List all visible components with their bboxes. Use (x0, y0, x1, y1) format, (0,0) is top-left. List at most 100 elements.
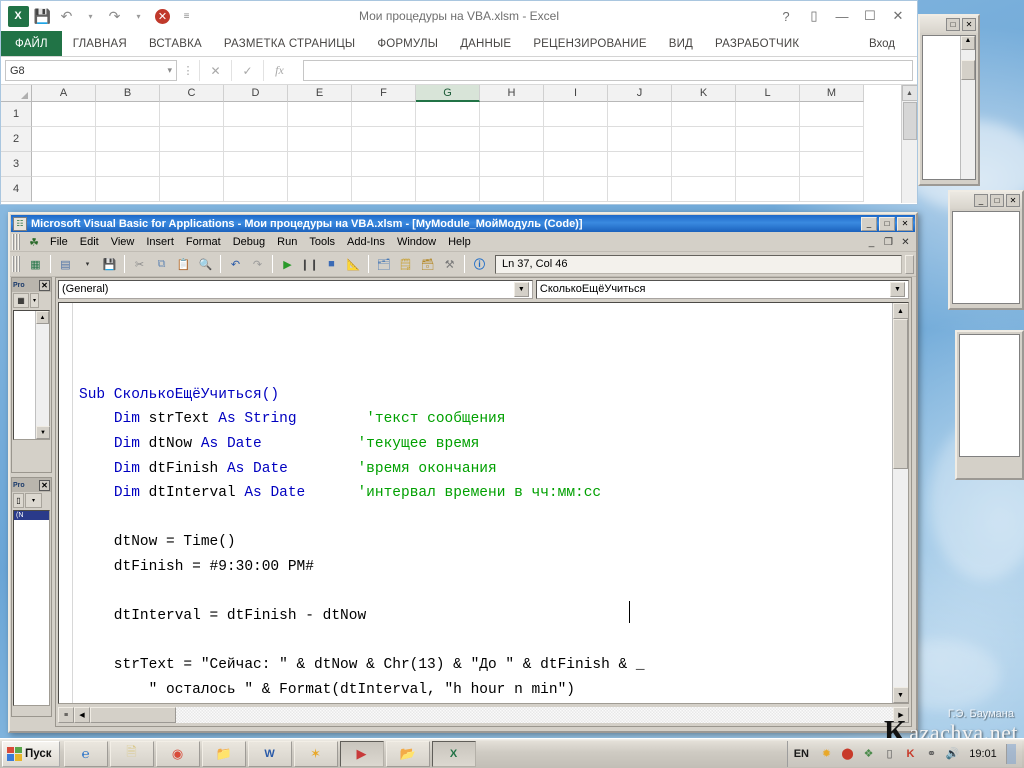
toggle-folders-icon[interactable]: ▾ (30, 293, 39, 308)
formula-bar-buttons[interactable]: ✕ ✓ fx (199, 60, 295, 81)
grid-cell[interactable] (480, 177, 544, 202)
grid-cell[interactable] (800, 177, 864, 202)
grid-cell[interactable] (416, 177, 480, 202)
code-window[interactable]: (General) ▼ СколькоЕщёУчиться ▼ Sub Скол… (55, 277, 912, 727)
chevron-down-icon[interactable]: ▼ (890, 281, 905, 297)
properties-list[interactable]: (N (13, 510, 50, 706)
tray-icon-monitor[interactable]: ▯ (882, 746, 897, 761)
break-icon[interactable]: ❙❙ (299, 254, 320, 275)
column-header-j[interactable]: J (608, 85, 672, 102)
sign-in-link[interactable]: Вход (869, 31, 917, 56)
vba-titlebar[interactable]: ☷ Microsoft Visual Basic for Application… (11, 215, 915, 232)
show-desktop-button[interactable] (1006, 743, 1016, 764)
taskbar-item-folder[interactable]: 📂 (385, 740, 430, 767)
minimize-button[interactable]: _ (974, 194, 988, 207)
taskbar-item-explorer[interactable]: 📁 (201, 740, 246, 767)
grid-cell[interactable] (672, 102, 736, 127)
code-line[interactable] (79, 580, 892, 605)
code-text-area[interactable]: Sub СколькоЕщёУчиться() Dim strText As S… (73, 303, 892, 703)
code-line[interactable]: Dim dtFinish As Date 'время окончания (79, 457, 892, 482)
properties-selected-item[interactable]: (N (14, 511, 49, 520)
background-window-top-titlebar[interactable]: □ ✕ (920, 16, 978, 33)
object-dropdown[interactable]: (General) ▼ (58, 279, 533, 299)
mdi-close-button[interactable]: ✕ (899, 237, 912, 248)
toolbar-grip[interactable] (12, 256, 21, 272)
excel-window-controls[interactable]: ? ▯ — ☐ ✕ (773, 5, 917, 27)
close-button[interactable]: ✕ (962, 18, 976, 31)
menu-run[interactable]: Run (271, 235, 303, 249)
grid-cell[interactable] (480, 127, 544, 152)
tray-icon-kaspersky[interactable]: K (903, 746, 918, 761)
formula-input[interactable] (303, 60, 913, 81)
tab-page-layout[interactable]: РАЗМЕТКА СТРАНИЦЫ (213, 31, 366, 56)
column-header-c[interactable]: C (160, 85, 224, 102)
code-line[interactable]: Sub СколькоЕщёУчиться() (79, 383, 892, 408)
column-header-d[interactable]: D (224, 85, 288, 102)
project-explorer-toolbar[interactable]: ▦ ▾ (12, 292, 51, 309)
customize-qat-icon[interactable]: ≡ (176, 6, 197, 27)
enter-formula-button[interactable]: ✓ (231, 60, 263, 81)
chevron-down-icon[interactable]: ▼ (513, 281, 529, 297)
grid-cell[interactable] (544, 177, 608, 202)
tray-icon-network[interactable]: ✹ (819, 746, 834, 761)
view-code-icon[interactable]: ▦ (13, 293, 29, 308)
grid-cell[interactable] (608, 152, 672, 177)
grid-cell[interactable] (736, 127, 800, 152)
grid-cell[interactable] (224, 177, 288, 202)
grid-cell[interactable] (96, 127, 160, 152)
grid-cell[interactable] (800, 152, 864, 177)
properties-window-icon[interactable]: 🗒 (395, 254, 416, 275)
excel-ribbon-tabs[interactable]: ФАЙЛ ГЛАВНАЯ ВСТАВКА РАЗМЕТКА СТРАНИЦЫ Ф… (1, 31, 917, 57)
menu-tools[interactable]: Tools (303, 235, 341, 249)
taskbar[interactable]: Пуск ℮ 🗎 ◉ 📁 W ✶ ▶ 📂 X EN ✹ ⬤ ❖ ▯ K ⚭ 🔊 … (0, 738, 1024, 768)
grid-cell[interactable] (160, 102, 224, 127)
grid-cell[interactable] (224, 152, 288, 177)
column-header-g[interactable]: G (416, 85, 480, 102)
menu-insert[interactable]: Insert (140, 235, 180, 249)
scroll-up-icon[interactable]: ▲ (901, 85, 917, 101)
properties-panel-toolbar[interactable]: ▯ ▾ (12, 492, 51, 509)
project-explorer-header[interactable]: Pro ✕ (12, 278, 51, 292)
save-icon[interactable]: 💾 (99, 254, 120, 275)
tray-icon-shield[interactable]: ⬤ (840, 746, 855, 761)
grid-cell[interactable] (608, 102, 672, 127)
vba-left-dock[interactable]: Pro ✕ ▦ ▾ ▲ ▼ Pro ✕ ▯ ▾ (N (11, 277, 52, 727)
grid-cell[interactable] (800, 102, 864, 127)
grid-cell[interactable] (672, 177, 736, 202)
taskbar-item-excel[interactable]: X (431, 740, 476, 767)
minimize-button[interactable]: _ (861, 216, 877, 231)
taskbar-item-internet-explorer[interactable]: ℮ (63, 740, 108, 767)
grid-cell[interactable] (544, 102, 608, 127)
grid-cell[interactable] (160, 127, 224, 152)
menu-file[interactable]: File (44, 235, 74, 249)
vba-toolbar[interactable]: ▦ ▤ ▾ 💾 ✂ ⧉ 📋 🔍 ↶ ↷ ▶ ❙❙ ■ 📐 🗂 🗒 🗃 ⚒ ⓘ L… (10, 252, 916, 277)
design-mode-icon[interactable]: 📐 (343, 254, 364, 275)
grid-cell[interactable] (288, 102, 352, 127)
cancel-formula-button[interactable]: ✕ (199, 60, 231, 81)
grid-cell[interactable] (416, 152, 480, 177)
code-margin-indicator-bar[interactable] (59, 303, 73, 703)
insert-dropdown-icon[interactable]: ▾ (77, 254, 98, 275)
excel-vertical-scrollbar[interactable]: ▲ (901, 85, 917, 203)
grid-cell[interactable] (800, 127, 864, 152)
scroll-down-icon[interactable]: ▼ (892, 687, 908, 703)
background-window-top[interactable]: □ ✕ ▲ (918, 14, 980, 186)
grid-cell[interactable] (672, 127, 736, 152)
scrollbar-track[interactable] (176, 707, 893, 723)
system-tray[interactable]: EN ✹ ⬤ ❖ ▯ K ⚭ 🔊 19:01 (786, 740, 1022, 767)
row-header-1[interactable]: 1 (1, 102, 32, 127)
menu-view[interactable]: View (105, 235, 141, 249)
scroll-up-icon[interactable]: ▲ (892, 303, 908, 319)
start-button[interactable]: Пуск (2, 740, 60, 767)
column-header-m[interactable]: M (800, 85, 864, 102)
name-box[interactable]: G8 ▾ (5, 60, 177, 81)
grid-cell[interactable] (32, 152, 96, 177)
redo-icon[interactable]: ↷ (247, 254, 268, 275)
select-all-button[interactable] (1, 85, 32, 102)
cut-icon[interactable]: ✂ (129, 254, 150, 275)
taskbar-item-media[interactable]: ✶ (293, 740, 338, 767)
column-header-e[interactable]: E (288, 85, 352, 102)
procedure-dropdown[interactable]: СколькоЕщёУчиться ▼ (535, 279, 909, 299)
menu-debug[interactable]: Debug (227, 235, 271, 249)
grid-cell[interactable] (416, 127, 480, 152)
